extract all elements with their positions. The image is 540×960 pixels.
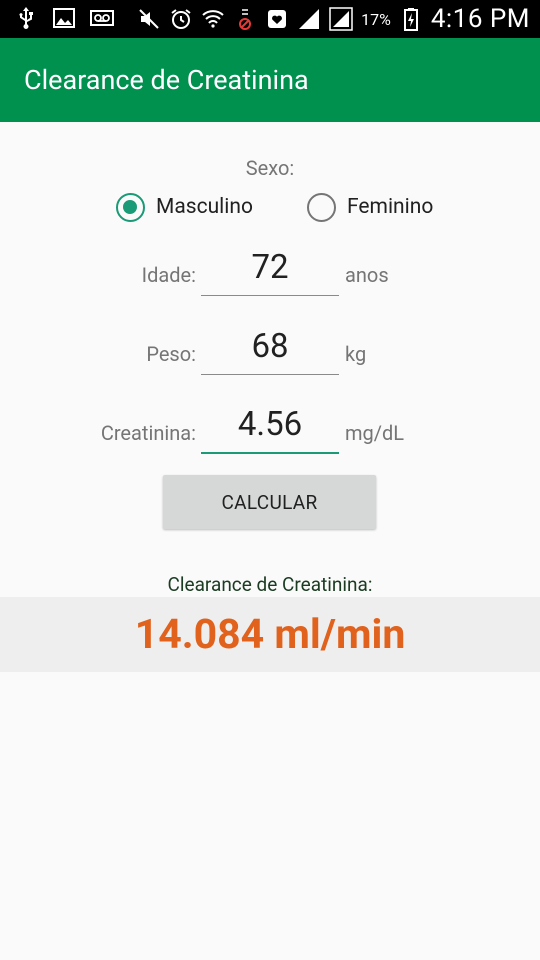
creatinine-label: Creatinina: [100, 421, 196, 445]
creatinine-unit: mg/dL [345, 421, 405, 445]
app-title: Clearance de Creatinina [24, 64, 309, 96]
radio-unchecked-icon [307, 192, 336, 222]
sex-label: Sexo: [245, 156, 295, 180]
age-unit: anos [345, 263, 389, 287]
calculate-button[interactable]: CALCULAR [163, 475, 376, 529]
heart-icon [268, 10, 287, 28]
signal-icon-2 [329, 7, 353, 31]
creatinine-row: Creatinina: 4.56 mg/dL [0, 400, 540, 470]
weight-row: Peso: 68 kg [0, 321, 540, 391]
battery-charging-icon [403, 8, 418, 31]
battery-percent: 17% [361, 9, 391, 29]
usb-icon [19, 7, 33, 29]
age-input[interactable]: 72 [201, 242, 339, 296]
radio-masculino-label: Masculino [156, 195, 253, 219]
age-row: Idade: 72 anos [0, 242, 540, 312]
main-content: Sexo: Masculino Feminino Idade: 72 anos … [0, 122, 540, 960]
weight-input[interactable]: 68 [201, 321, 339, 375]
status-bar: 17% 4:16 PM [0, 0, 540, 38]
weight-label: Peso: [146, 342, 196, 366]
mute-icon [139, 9, 159, 29]
weight-unit: kg [345, 342, 367, 366]
data-blocked-icon [239, 9, 252, 30]
radio-feminino-label: Feminino [347, 195, 434, 219]
wifi-icon [202, 10, 224, 28]
radio-masculino[interactable]: Masculino [116, 190, 253, 224]
age-label: Idade: [141, 263, 196, 287]
voicemail-icon [90, 10, 114, 26]
image-icon [53, 8, 75, 28]
clock: 4:16 PM [430, 4, 530, 34]
creatinine-input[interactable]: 4.56 [201, 400, 339, 454]
radio-feminino[interactable]: Feminino [307, 190, 433, 224]
result-value: 14.084 ml/min [134, 610, 406, 659]
signal-icon-1 [299, 9, 320, 29]
result-box: 14.084 ml/min [0, 597, 540, 672]
alarm-icon [171, 9, 191, 29]
system-icons: 17% 4:16 PM [137, 2, 530, 36]
radio-checked-icon [116, 192, 145, 222]
app-bar: Clearance de Creatinina [0, 38, 540, 122]
result-label: Clearance de Creatinina: [167, 573, 373, 596]
notification-icons [14, 6, 114, 30]
